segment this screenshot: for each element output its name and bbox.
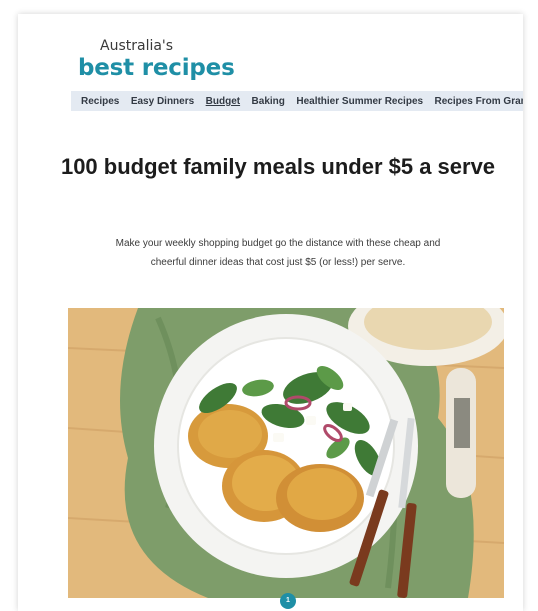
- hero-image[interactable]: [68, 308, 504, 598]
- nav-item-budget[interactable]: Budget: [206, 92, 240, 111]
- logo-main-text: best recipes: [78, 55, 235, 81]
- main-nav: Recipes Easy Dinners Budget Baking Healt…: [71, 91, 523, 111]
- logo-top-text: Australia's: [100, 38, 174, 54]
- nav-item-healthier-summer-recipes[interactable]: Healthier Summer Recipes: [296, 92, 423, 111]
- nav-item-recipes[interactable]: Recipes: [81, 92, 119, 111]
- page-description: Make your weekly shopping budget go the …: [115, 238, 441, 268]
- page-title: 100 budget family meals under $5 a serve: [60, 154, 496, 179]
- nav-item-baking[interactable]: Baking: [252, 92, 285, 111]
- carousel-page-indicator[interactable]: 1: [280, 593, 296, 609]
- nav-item-recipes-from-gran[interactable]: Recipes From Gran: [435, 92, 523, 111]
- page-card: Australia's best recipes Recipes Easy Di…: [18, 14, 523, 611]
- site-logo[interactable]: Australia's best recipes: [78, 38, 235, 82]
- plated-fritters-salad-illustration: [68, 308, 504, 598]
- nav-item-easy-dinners[interactable]: Easy Dinners: [131, 92, 194, 111]
